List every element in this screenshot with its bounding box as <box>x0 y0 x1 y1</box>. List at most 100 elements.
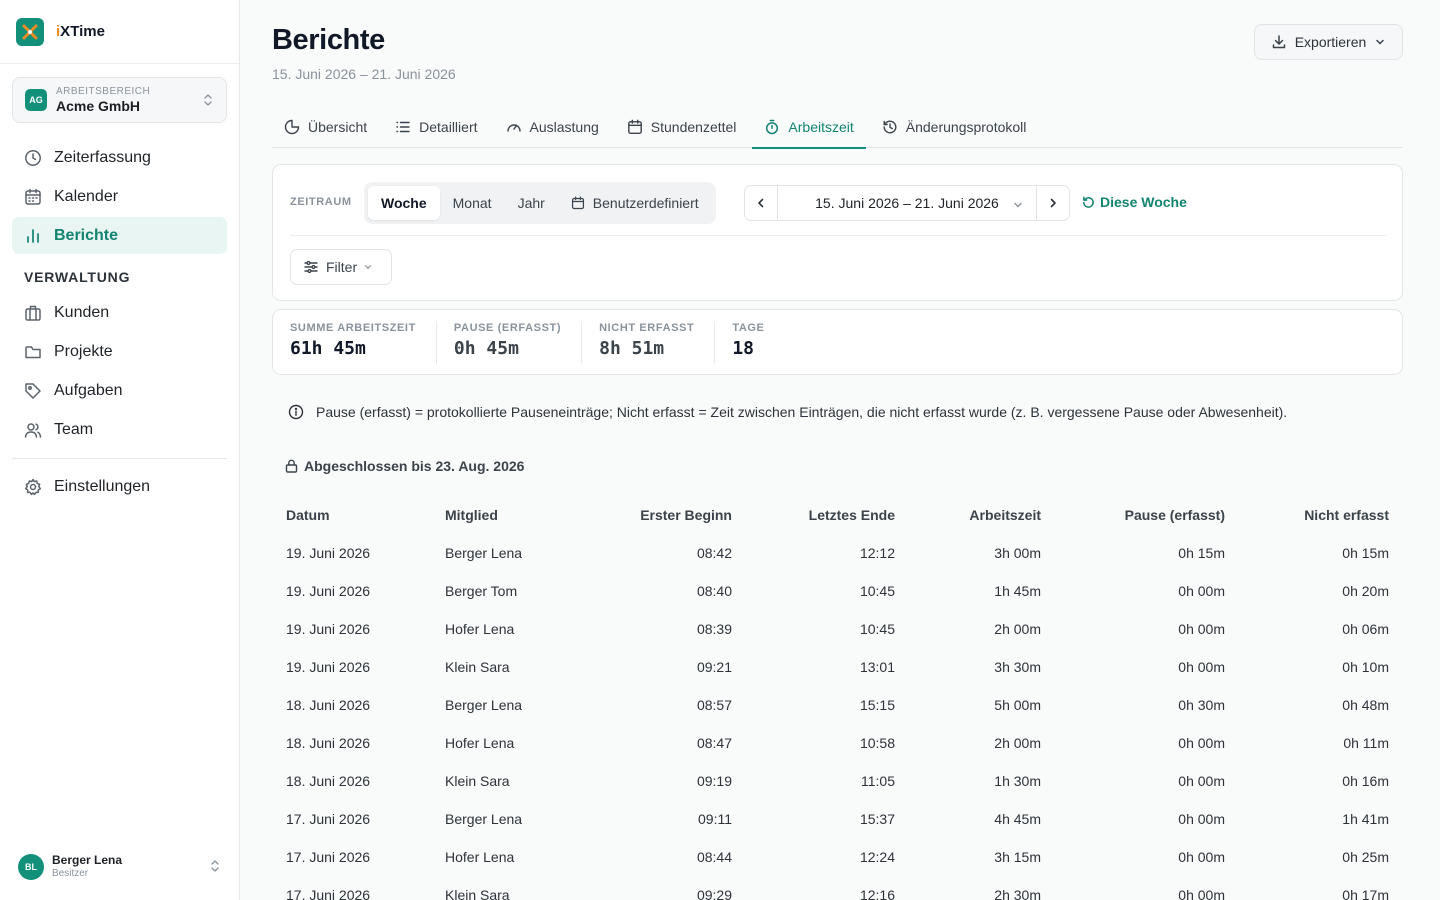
table-row: 19. Juni 2026 Berger Lena 08:42 12:12 3h… <box>272 534 1403 572</box>
cell-nicht-erfasst: 0h 10m <box>1342 659 1389 675</box>
list-icon <box>395 119 419 135</box>
cell-mitglied: Berger Lena <box>445 697 523 713</box>
period-benutzerdefiniert[interactable]: Benutzerdefiniert <box>558 186 712 220</box>
cell-pause: 0h 00m <box>1178 887 1225 900</box>
column-header-erster-beginn[interactable]: Erster Beginn <box>581 496 746 534</box>
cell-datum: 18. Juni 2026 <box>286 735 371 751</box>
export-button[interactable]: Exportieren <box>1254 24 1403 60</box>
date-range-dropdown[interactable]: 15. Juni 2026 – 21. Juni 2026 <box>778 186 1036 220</box>
nav-item-einstellungen[interactable]: Einstellungen <box>12 468 227 505</box>
cell-letztes-ende: 12:24 <box>859 849 895 865</box>
chevron-left-icon <box>755 197 767 209</box>
nav-item-team[interactable]: Team <box>12 411 227 448</box>
cell-pause: 0h 30m <box>1178 697 1225 713</box>
chevron-up-down-icon <box>202 93 214 107</box>
chevron-up-down-icon <box>209 859 221 873</box>
tab-detailliert[interactable]: Detailliert <box>383 106 489 148</box>
cell-pause: 0h 00m <box>1178 621 1225 637</box>
cell-pause: 0h 00m <box>1178 811 1225 827</box>
period-woche[interactable]: Woche <box>368 186 440 220</box>
next-range-button[interactable] <box>1036 186 1069 220</box>
table-row: 19. Juni 2026 Hofer Lena 08:39 10:45 2h … <box>272 610 1403 648</box>
column-header-arbeitszeit[interactable]: Arbeitszeit <box>909 496 1055 534</box>
column-header-letztes-ende[interactable]: Letztes Ende <box>746 496 909 534</box>
cell-pause: 0h 00m <box>1178 735 1225 751</box>
cell-pause: 0h 00m <box>1178 849 1225 865</box>
gear-icon <box>24 478 54 496</box>
tab-arbeitszeit[interactable]: Arbeitszeit <box>752 106 867 149</box>
nav-item-berichte[interactable]: Berichte <box>12 217 227 254</box>
chevron-right-icon <box>1047 197 1059 209</box>
cell-mitglied: Klein Sara <box>445 659 510 675</box>
cell-datum: 19. Juni 2026 <box>286 659 371 675</box>
page-subtitle: 15. Juni 2026 – 21. Juni 2026 <box>272 66 456 82</box>
period-jahr[interactable]: Jahr <box>505 186 558 220</box>
nav-item-kunden[interactable]: Kunden <box>12 294 227 331</box>
cell-nicht-erfasst: 0h 25m <box>1342 849 1389 865</box>
nav-heading-verwaltung: VERWALTUNG <box>24 269 131 285</box>
tab-uebersicht[interactable]: Übersicht <box>272 106 379 148</box>
cell-datum: 18. Juni 2026 <box>286 773 371 789</box>
cell-nicht-erfasst: 0h 06m <box>1342 621 1389 637</box>
stat-nicht-erfasst: Nicht erfasst 8h 51m <box>582 322 716 364</box>
users-icon <box>24 421 54 439</box>
history-icon <box>882 119 906 135</box>
column-header-pause[interactable]: Pause (erfasst) <box>1055 496 1239 534</box>
cell-erster-beginn: 08:47 <box>696 735 732 751</box>
nav-item-aufgaben[interactable]: Aufgaben <box>12 372 227 409</box>
date-range-picker: 15. Juni 2026 – 21. Juni 2026 <box>744 185 1070 221</box>
cell-mitglied: Berger Tom <box>445 583 518 599</box>
workspace-name: Acme GmbH <box>56 97 141 114</box>
column-header-mitglied[interactable]: Mitglied <box>431 496 581 534</box>
cell-datum: 17. Juni 2026 <box>286 811 371 827</box>
nav-item-projekte[interactable]: Projekte <box>12 333 227 370</box>
cell-mitglied: Klein Sara <box>445 773 510 789</box>
calendar-icon <box>571 196 593 210</box>
tab-aenderungsprotokoll[interactable]: Änderungsprotokoll <box>870 106 1039 148</box>
brand[interactable]: iXTime <box>0 0 239 64</box>
cell-erster-beginn: 08:40 <box>696 583 732 599</box>
stopwatch-icon <box>764 119 788 135</box>
tab-auslastung[interactable]: Auslastung <box>494 106 611 148</box>
user-role: Besitzer <box>52 868 89 880</box>
nav-item-kalender[interactable]: Kalender <box>12 178 227 215</box>
user-menu[interactable]: BL Berger Lena Besitzer <box>18 853 223 881</box>
cell-datum: 19. Juni 2026 <box>286 621 371 637</box>
filter-button[interactable]: Filter <box>290 249 392 285</box>
app-logo-icon <box>16 17 44 46</box>
cell-letztes-ende: 15:37 <box>859 811 895 827</box>
download-icon <box>1263 34 1295 50</box>
report-tabs: Übersicht Detailliert Auslastung Stunden… <box>272 106 1403 149</box>
column-header-nicht-erfasst[interactable]: Nicht erfasst <box>1239 496 1403 534</box>
stat-tage: Tage 18 <box>732 322 765 359</box>
cell-erster-beginn: 08:44 <box>696 849 732 865</box>
cell-letztes-ende: 10:45 <box>859 621 895 637</box>
pie-chart-icon <box>284 119 308 135</box>
cell-datum: 18. Juni 2026 <box>286 697 371 713</box>
previous-range-button[interactable] <box>745 186 778 220</box>
summary-stats: Summe Arbeitszeit 61h 45m Pause (erfasst… <box>272 309 1403 375</box>
folder-icon <box>24 343 54 361</box>
refresh-icon <box>1082 196 1100 209</box>
cell-mitglied: Berger Lena <box>445 545 523 561</box>
period-segmented-control: Woche Monat Jahr Benutzerdefiniert <box>364 182 716 224</box>
tab-stundenzettel[interactable]: Stundenzettel <box>615 106 749 148</box>
nav-divider <box>12 458 227 459</box>
table-row: 18. Juni 2026 Berger Lena 08:57 15:15 5h… <box>272 686 1403 724</box>
avatar: BL <box>18 854 44 880</box>
cell-mitglied: Klein Sara <box>445 887 510 900</box>
cell-pause: 0h 00m <box>1178 659 1225 675</box>
cell-nicht-erfasst: 1h 41m <box>1342 811 1389 827</box>
column-header-datum[interactable]: Datum <box>272 496 431 534</box>
cell-pause: 0h 15m <box>1178 545 1225 561</box>
cell-erster-beginn: 08:39 <box>696 621 732 637</box>
cell-erster-beginn: 08:57 <box>696 697 732 713</box>
period-monat[interactable]: Monat <box>440 186 505 220</box>
nav-item-zeiterfassung[interactable]: Zeiterfassung <box>12 139 227 176</box>
this-week-button[interactable]: Diese Woche <box>1082 194 1187 210</box>
cell-mitglied: Berger Lena <box>445 811 523 827</box>
cell-arbeitszeit: 5h 00m <box>994 697 1041 713</box>
workspace-switcher[interactable]: AG ARBEITSBEREICH Acme GmbH <box>12 77 227 123</box>
cell-arbeitszeit: 1h 45m <box>994 583 1041 599</box>
tag-icon <box>24 382 54 400</box>
